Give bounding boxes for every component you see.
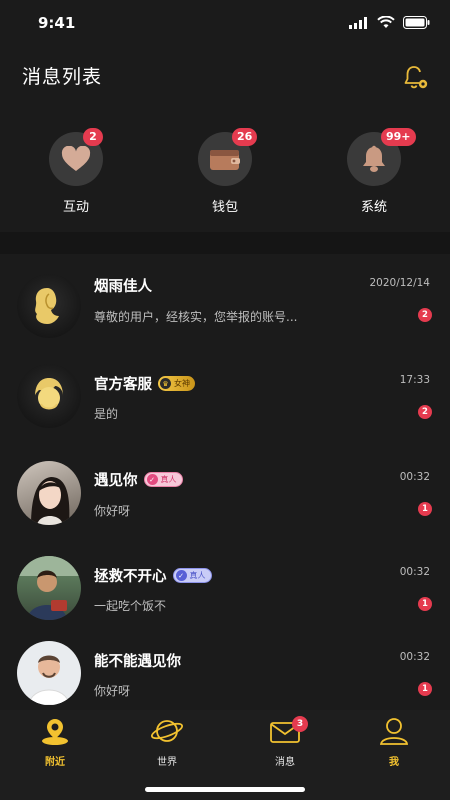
message-preview: 一起吃个饭不 — [94, 599, 167, 613]
status-bar: 9:41 — [0, 0, 450, 48]
man-photo — [17, 556, 81, 620]
nav-world[interactable]: 世界 — [132, 716, 202, 768]
message-preview: 你好呀 — [94, 684, 131, 698]
wallet-icon — [210, 150, 240, 170]
contact-name: 官方客服 — [94, 377, 152, 393]
name-line: 遇见你 ✓ 真人 — [94, 469, 183, 490]
system-circle: 99+ — [347, 128, 416, 186]
heart-icon — [61, 146, 91, 171]
wallet-label: 钱包 — [211, 200, 238, 215]
status-time: 9:41 — [38, 14, 76, 32]
nav-me[interactable]: 我 — [359, 716, 429, 768]
verified-tag: ✓ 真人 — [172, 568, 212, 583]
goddess-tag: ♛ 女神 — [158, 376, 195, 391]
message-time: 00:32 — [399, 651, 430, 663]
goddess-tag-icon: ♛ — [160, 378, 171, 389]
avatar — [17, 556, 81, 620]
nav-nearby-label: 附近 — [45, 757, 65, 768]
section-divider — [0, 232, 450, 254]
page-title: 消息列表 — [22, 66, 103, 88]
verified-tag-label: 真人 — [160, 475, 177, 484]
unread-badge: 2 — [418, 405, 432, 419]
contact-name: 能不能遇见你 — [94, 654, 181, 670]
message-time: 00:32 — [399, 471, 430, 483]
message-time: 00:32 — [399, 566, 430, 578]
name-line: 烟雨佳人 — [94, 275, 152, 296]
verified-tag: ✓ 真人 — [143, 472, 183, 487]
message-preview: 尊敬的用户，经核实，您举报的账号... — [94, 310, 298, 324]
avatar — [17, 641, 81, 705]
female-silhouette-icon — [35, 288, 59, 324]
message-time: 17:33 — [399, 374, 430, 386]
interaction-label: 互动 — [62, 200, 89, 215]
status-icons — [349, 16, 430, 29]
interaction-circle: 2 — [49, 128, 103, 186]
nav-me-label: 我 — [389, 757, 399, 768]
wallet-badge: 26 — [232, 128, 258, 146]
nav-messages-label: 消息 — [275, 757, 295, 768]
nav-nearby[interactable]: 附近 — [20, 716, 90, 768]
message-preview: 是的 — [94, 407, 119, 421]
contact-name: 遇见你 — [94, 473, 138, 489]
woman-photo — [31, 477, 70, 525]
unread-badge: 1 — [418, 597, 432, 611]
name-line: 官方客服 ♛ 女神 — [94, 373, 195, 394]
home-indicator — [145, 787, 305, 792]
bell-icon — [363, 145, 385, 172]
nav-messages[interactable]: 3 消息 — [250, 716, 320, 768]
category-bar: 2 互动 26 钱包 99+ 系统 — [0, 128, 450, 224]
category-system[interactable]: 99+ 系统 — [334, 128, 416, 215]
category-wallet[interactable]: 26 钱包 — [185, 128, 265, 215]
notification-settings-icon[interactable] — [402, 64, 430, 92]
message-time: 2020/12/14 — [369, 277, 430, 289]
list-item[interactable]: 拯救不开心 ✓ 真人 一起吃个饭不 00:32 1 — [0, 556, 450, 648]
category-interaction[interactable]: 2 互动 — [36, 128, 116, 215]
nav-world-label: 世界 — [157, 757, 177, 768]
message-preview: 你好呀 — [94, 504, 131, 518]
battery-icon — [403, 16, 430, 29]
name-line: 能不能遇见你 — [94, 650, 181, 671]
name-line: 拯救不开心 ✓ 真人 — [94, 565, 212, 586]
avatar — [17, 364, 81, 428]
unread-badge: 2 — [418, 308, 432, 322]
wallet-circle: 26 — [198, 128, 258, 186]
contact-name: 拯救不开心 — [94, 569, 167, 585]
planet-icon — [150, 720, 184, 742]
avatar — [17, 274, 81, 338]
goddess-tag-label: 女神 — [174, 379, 190, 388]
list-item[interactable]: 烟雨佳人 尊敬的用户，经核实，您举报的账号... 2020/12/14 2 — [0, 272, 450, 364]
unread-badge: 1 — [418, 682, 432, 696]
nearby-pin-icon — [42, 719, 68, 745]
interaction-badge: 2 — [83, 128, 103, 146]
list-item[interactable]: 遇见你 ✓ 真人 你好呀 00:32 1 — [0, 460, 450, 552]
system-label: 系统 — [360, 200, 387, 215]
signal-icon — [349, 16, 367, 29]
avatar — [17, 461, 81, 525]
check-icon: ✓ — [146, 474, 158, 485]
check-icon: ✓ — [175, 570, 187, 581]
verified-tag-label: 真人 — [189, 571, 206, 580]
list-item[interactable]: 官方客服 ♛ 女神 是的 17:33 2 — [0, 363, 450, 455]
nav-messages-badge: 3 — [292, 716, 308, 732]
system-badge: 99+ — [381, 128, 416, 146]
wifi-icon — [377, 16, 395, 28]
man-photo — [28, 655, 70, 705]
service-agent-icon — [35, 378, 63, 410]
unread-badge: 1 — [418, 502, 432, 516]
profile-icon — [379, 718, 409, 745]
contact-name: 烟雨佳人 — [94, 279, 152, 295]
